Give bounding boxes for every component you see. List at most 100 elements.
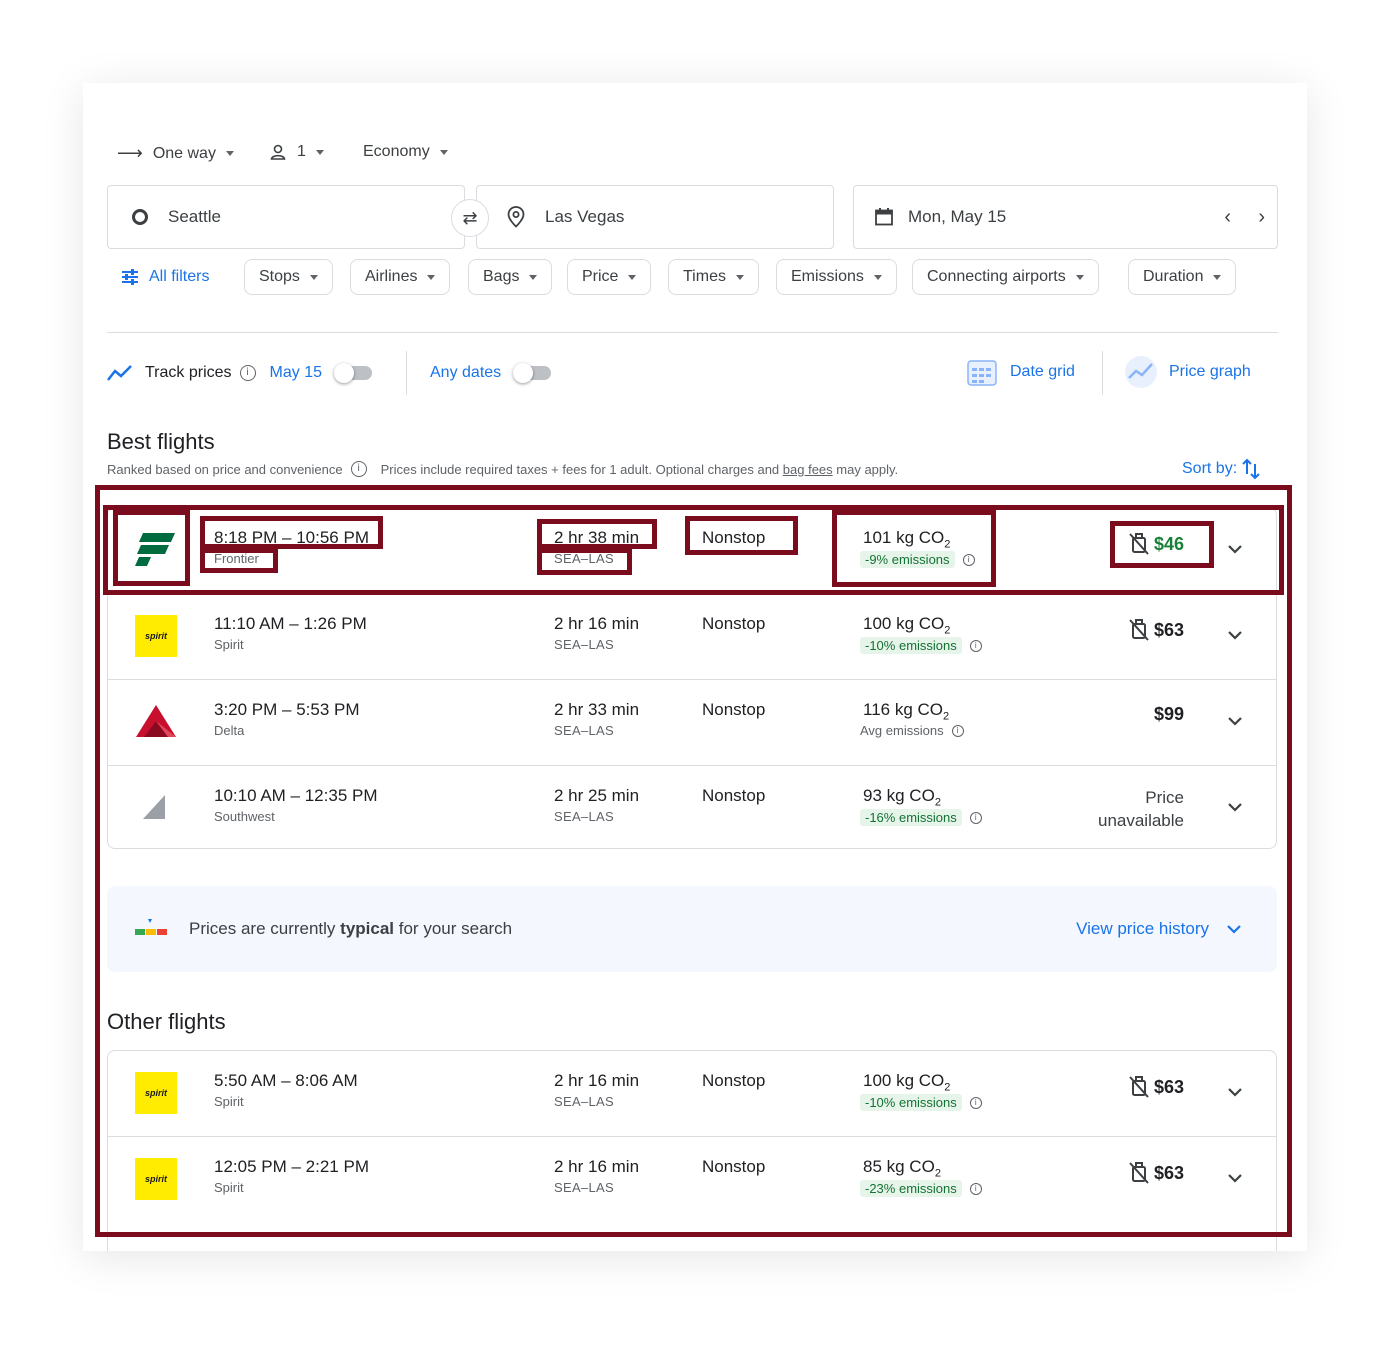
co2-subscript: 2	[943, 710, 950, 723]
price-level-icon	[135, 919, 167, 935]
ranked-note: Ranked based on price and convenience	[107, 461, 343, 477]
spirit-logo: spirit	[135, 1072, 177, 1114]
co2-subscript: 2	[934, 796, 941, 809]
filter-times[interactable]: Times	[668, 259, 759, 295]
info-icon[interactable]: i	[962, 553, 975, 566]
no-carry-on-bag-icon	[1129, 1162, 1149, 1184]
any-dates-toggle[interactable]	[513, 363, 553, 383]
filter-label: Duration	[1143, 268, 1204, 285]
flight-times: 11:10 AM – 1:26 PM	[214, 614, 367, 633]
cabin-class-select[interactable]: Economy	[363, 143, 448, 161]
track-prices-label: Track prices	[145, 364, 232, 381]
airline-name: Southwest	[214, 809, 275, 824]
destination-field[interactable]: Las Vegas	[476, 185, 834, 249]
flight-times: 3:20 PM – 5:53 PM	[214, 700, 360, 719]
price: $46	[1128, 532, 1184, 556]
dropdown-caret-icon	[427, 274, 436, 280]
spirit-logo-text: spirit	[144, 1174, 167, 1184]
airline-name: Frontier	[214, 551, 259, 566]
chevron-down-icon[interactable]	[1226, 712, 1244, 730]
filter-emissions[interactable]: Emissions	[776, 259, 897, 295]
emissions-info: -10% emissions i	[860, 1094, 982, 1111]
flight-row[interactable]: 3:20 PM – 5:53 PM Delta 2 hr 33 min SEA–LAS…	[108, 680, 1276, 766]
filter-duration[interactable]: Duration	[1128, 259, 1237, 295]
no-carry-on-bag-icon	[1129, 533, 1149, 555]
price: $63	[1128, 618, 1184, 642]
chevron-down-icon[interactable]	[1226, 540, 1244, 558]
bag-fees-link[interactable]: bag fees	[783, 462, 833, 477]
date-grid-button[interactable]: Date grid	[966, 355, 1075, 389]
price-value: $63	[1153, 1076, 1184, 1097]
calendar-icon	[875, 208, 893, 226]
track-prices-toggle[interactable]	[334, 363, 374, 383]
co2-value: 116 kg CO	[863, 700, 944, 719]
info-icon[interactable]: i	[350, 461, 367, 477]
dropdown-caret-icon	[529, 274, 538, 280]
southwest-logo	[143, 795, 165, 819]
flight-stops: Nonstop	[702, 614, 766, 633]
emissions-badge: -23% emissions	[860, 1180, 962, 1197]
flight-row[interactable]: spirit 11:10 AM – 1:26 PM Spirit 2 hr 16 mi…	[108, 594, 1276, 680]
trip-type-select[interactable]: ⟶ One way	[117, 143, 234, 164]
origin-field[interactable]: Seattle	[107, 185, 465, 249]
no-carry-on-bag-icon	[1129, 619, 1149, 641]
filter-airlines[interactable]: Airlines	[350, 259, 451, 295]
other-flights-heading: Other flights	[107, 1009, 226, 1034]
co2-subscript: 2	[934, 1167, 941, 1180]
info-icon[interactable]: i	[951, 724, 964, 737]
filter-stops[interactable]: Stops	[244, 259, 333, 295]
price-insight-banner: Prices are currently typical for your se…	[107, 886, 1277, 972]
sort-by-button[interactable]: Sort by:	[1182, 458, 1261, 480]
divider	[406, 351, 407, 395]
emissions-info: -16% emissions i	[860, 809, 982, 826]
emissions-badge: -16% emissions	[860, 809, 962, 826]
filter-bags[interactable]: Bags	[468, 259, 553, 295]
flight-stops: Nonstop	[702, 786, 766, 805]
price: $63	[1128, 1075, 1184, 1099]
info-icon[interactable]: i	[969, 1182, 982, 1195]
price-line-2: unavailable	[1097, 811, 1184, 830]
flight-duration: 2 hr 16 min	[554, 614, 640, 633]
cabin-class-label: Economy	[363, 143, 430, 160]
date-field[interactable]: Mon, May 15 ‹ ›	[853, 185, 1278, 249]
chevron-down-icon[interactable]	[1226, 798, 1244, 816]
info-icon[interactable]: i	[239, 365, 256, 381]
filter-label: Bags	[483, 268, 520, 285]
co2-amount: 100 kg CO2	[863, 1071, 950, 1093]
info-icon[interactable]: i	[969, 811, 982, 824]
info-icon[interactable]: i	[969, 639, 982, 652]
view-price-history-button[interactable]: View price history	[1076, 919, 1243, 939]
chevron-down-icon[interactable]	[1226, 1083, 1244, 1101]
filter-connecting-airports[interactable]: Connecting airports	[912, 259, 1099, 295]
swap-locations-button[interactable]: ⇄	[451, 199, 489, 237]
filter-price[interactable]: Price	[567, 259, 652, 295]
price-value: $63	[1153, 1162, 1184, 1183]
passengers-select[interactable]: 1	[269, 143, 324, 161]
chevron-down-icon[interactable]	[1226, 626, 1244, 644]
flight-duration: 2 hr 16 min	[554, 1071, 640, 1090]
arrow-right-icon: ⟶	[117, 143, 143, 163]
airline-name: Spirit	[214, 1180, 244, 1195]
flight-row[interactable]: 10:10 AM – 12:35 PM Southwest 2 hr 25 min S…	[108, 766, 1276, 848]
price-graph-icon	[1125, 356, 1157, 388]
filter-label: Price	[582, 268, 619, 285]
next-date-button[interactable]: ›	[1258, 206, 1265, 229]
track-date-label: May 15	[269, 364, 322, 381]
info-icon[interactable]: i	[969, 1096, 982, 1109]
airline-name: Spirit	[214, 1094, 244, 1109]
price-graph-button[interactable]: Price graph	[1123, 355, 1251, 389]
emissions-badge: Avg emissions	[860, 723, 944, 738]
emissions-info: -10% emissions i	[860, 637, 982, 654]
chevron-down-icon[interactable]	[1226, 1169, 1244, 1187]
all-filters-button[interactable]: All filters	[121, 259, 209, 295]
previous-date-button[interactable]: ‹	[1224, 206, 1231, 229]
flight-row[interactable]: 8:18 PM – 10:56 PM Frontier 2 hr 38 min SEA…	[108, 508, 1276, 594]
flight-row[interactable]: spirit 5:50 AM – 8:06 AM Spirit 2 hr 16 min…	[108, 1051, 1276, 1137]
flight-row[interactable]: spirit 12:05 PM – 2:21 PM Spirit 2 hr 16 mi…	[108, 1137, 1276, 1222]
sort-arrows-icon	[1242, 458, 1260, 480]
delta-logo	[136, 705, 176, 737]
date-grid-icon	[967, 360, 997, 386]
origin-value: Seattle	[168, 207, 221, 226]
spirit-logo: spirit	[135, 615, 177, 657]
taxes-note: Prices include required taxes + fees for…	[380, 461, 783, 477]
